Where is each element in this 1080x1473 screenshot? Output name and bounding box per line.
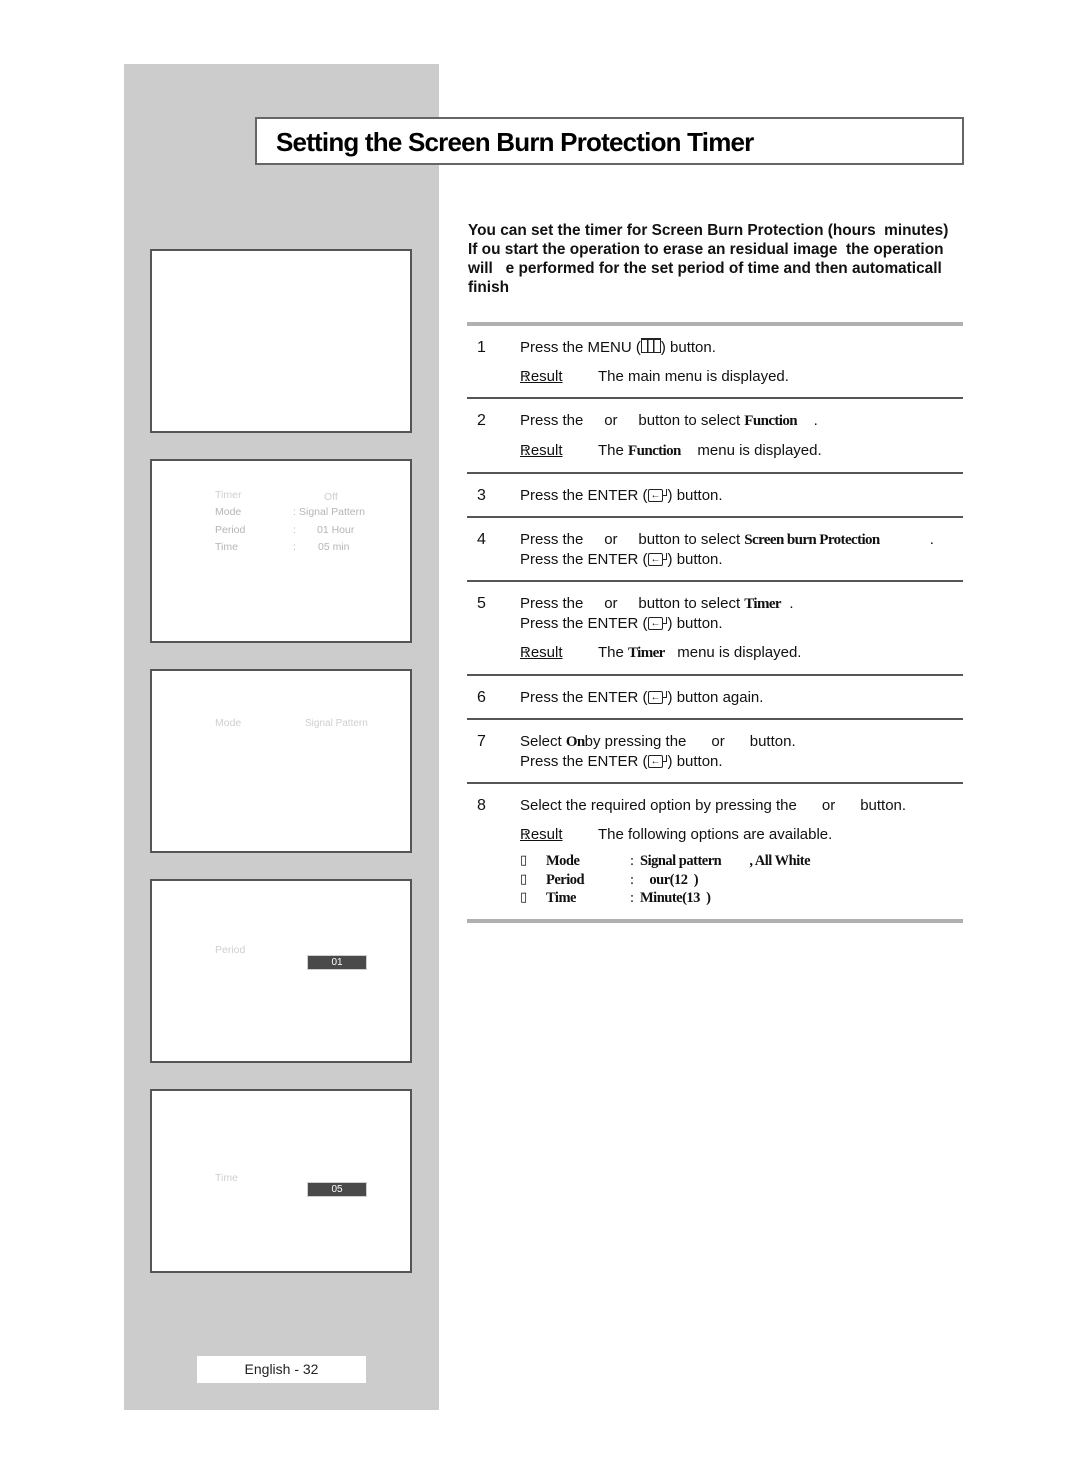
screen-panel-timer-menu: Timer Off Mode : Signal Pattern Period :… [150, 459, 412, 643]
intro-line: You can set the timer for Screen Burn Pr… [468, 222, 949, 239]
step-6: 6 Press the ENTER (←) button again. [467, 676, 963, 718]
option-time: ▯ Time : Minute(13 ) [520, 890, 711, 906]
step-number: 6 [477, 689, 486, 706]
step-text: by pressing the or button. [584, 733, 796, 750]
enter-button-icon: ← [647, 489, 668, 502]
option-value: our(12 ) [640, 871, 699, 888]
enter-button-icon: ← [647, 617, 668, 630]
menu-item-name: Function [628, 443, 681, 459]
step-3: 3 Press the ENTER (←) button. [467, 474, 963, 516]
step-text: Press the or button to select [520, 595, 745, 612]
square-bullet-icon: ▯ [520, 871, 527, 887]
screen-panel-mode: Mode Signal Pattern [150, 669, 412, 853]
period-label: Period [215, 944, 246, 956]
step-text: ) button again. [667, 689, 764, 706]
step-text: Press the or button to select [520, 531, 745, 548]
option-period: ▯ Period : our(12 ) [520, 871, 699, 888]
option-value: Minute(13 ) [640, 890, 711, 906]
menu-label-mode: Mode [215, 506, 242, 518]
period-value-box: 01 [307, 955, 367, 970]
page-title: Setting the Screen Burn Protection Timer [276, 127, 754, 157]
step-text: ) button. [660, 339, 716, 356]
enter-button-icon: ← [647, 691, 668, 704]
step-text: Press the MENU ( [520, 339, 641, 356]
intro-line: will e performed for the set period of t… [468, 260, 942, 277]
options-list: ▯ Mode : Signal pattern , All White ▯ Pe… [520, 852, 963, 908]
menu-label-period: Period [215, 524, 246, 536]
step-2: 2 Press the or button to select Function… [477, 412, 822, 459]
result-text: The following options are available. [598, 826, 833, 843]
step-number: 8 [477, 797, 486, 814]
menu-item-name: Timer [744, 596, 781, 612]
intro-paragraph: You can set the timer for Screen Burn Pr… [468, 221, 998, 297]
step-text: Select [520, 733, 566, 750]
step-text: Press the ENTER ( [520, 487, 648, 504]
page-title-box: Setting the Screen Burn Protection Timer [255, 117, 964, 165]
option-name: On [565, 734, 585, 750]
step-1: 1 Press the MENU () button. Result: The m… [477, 338, 789, 385]
step-text: ) button. [667, 551, 723, 568]
menu-value-mode: Signal Pattern [299, 506, 365, 518]
step-text: Press the ENTER ( [520, 551, 648, 568]
time-value-box: 05 [307, 1182, 367, 1197]
option-value: Signal pattern , All White [640, 853, 811, 869]
mode-value: Signal Pattern [305, 718, 368, 729]
menu-button-icon [640, 338, 661, 353]
square-bullet-icon: ▯ [520, 890, 527, 905]
menu-value-period: 01 Hour [317, 524, 355, 536]
intro-line: If ou start the operation to erase an re… [468, 241, 944, 258]
step-number: 5 [477, 595, 486, 612]
option-label: Period [546, 871, 585, 888]
time-label: Time [215, 1172, 238, 1184]
square-bullet-icon: ▯ [520, 853, 527, 868]
step-number: 1 [477, 339, 486, 356]
result-text: menu is displayed. [664, 644, 802, 661]
result-text: The [598, 442, 629, 459]
page-number: English - 32 [197, 1356, 366, 1383]
enter-button-icon: ← [647, 755, 668, 768]
menu-value-timer: Off [324, 491, 338, 503]
step-text: ) button. [667, 753, 723, 770]
intro-line: finish [468, 279, 510, 296]
enter-button-icon: ← [647, 553, 668, 566]
option-mode: ▯ Mode : Signal pattern , All White [520, 853, 811, 869]
screen-panel-blank [150, 249, 412, 433]
menu-item-name: Function [744, 413, 797, 429]
step-5: 5 Press the or button to select Timer . … [477, 595, 802, 661]
step-text: Press the ENTER ( [520, 753, 648, 770]
step-text: . [781, 595, 794, 612]
screen-panel-time: Time 05 [150, 1089, 412, 1273]
menu-value-time: 05 min [318, 541, 350, 553]
step-4: 4 Press the or button to select Screen b… [467, 518, 963, 580]
menu-item-name: Screen burn Protection [744, 532, 880, 548]
step-text: Select the required option by pressing t… [520, 797, 907, 814]
result-text: The [598, 644, 629, 661]
step-number: 4 [477, 531, 486, 548]
step-7: 7 Select Onby pressing the or button. Pr… [467, 720, 963, 782]
menu-label-timer: Timer [215, 489, 242, 501]
divider [467, 918, 963, 923]
step-text: Press the ENTER ( [520, 615, 648, 632]
step-text: . [879, 531, 934, 548]
option-label: Mode [546, 853, 580, 869]
step-text: Press the or button to select [520, 412, 745, 429]
menu-item-name: Timer [628, 645, 665, 661]
result-text: menu is displayed. [680, 442, 822, 459]
option-label: Time [546, 890, 576, 906]
step-number: 3 [477, 487, 486, 504]
result-text: The main menu is displayed. [598, 368, 789, 385]
step-number: 2 [477, 412, 486, 429]
mode-label: Mode [215, 717, 242, 729]
screen-panel-period: Period 01 [150, 879, 412, 1063]
step-number: 7 [477, 733, 486, 750]
steps-list: 1 Press the MENU () button. Result: The m… [467, 322, 963, 923]
step-text: Press the ENTER ( [520, 689, 648, 706]
menu-label-time: Time [215, 541, 238, 553]
step-8: 8 Select the required option by pressing… [467, 784, 963, 919]
step-text: ) button. [667, 487, 723, 504]
step-text: . [797, 412, 818, 429]
step-text: ) button. [667, 615, 723, 632]
